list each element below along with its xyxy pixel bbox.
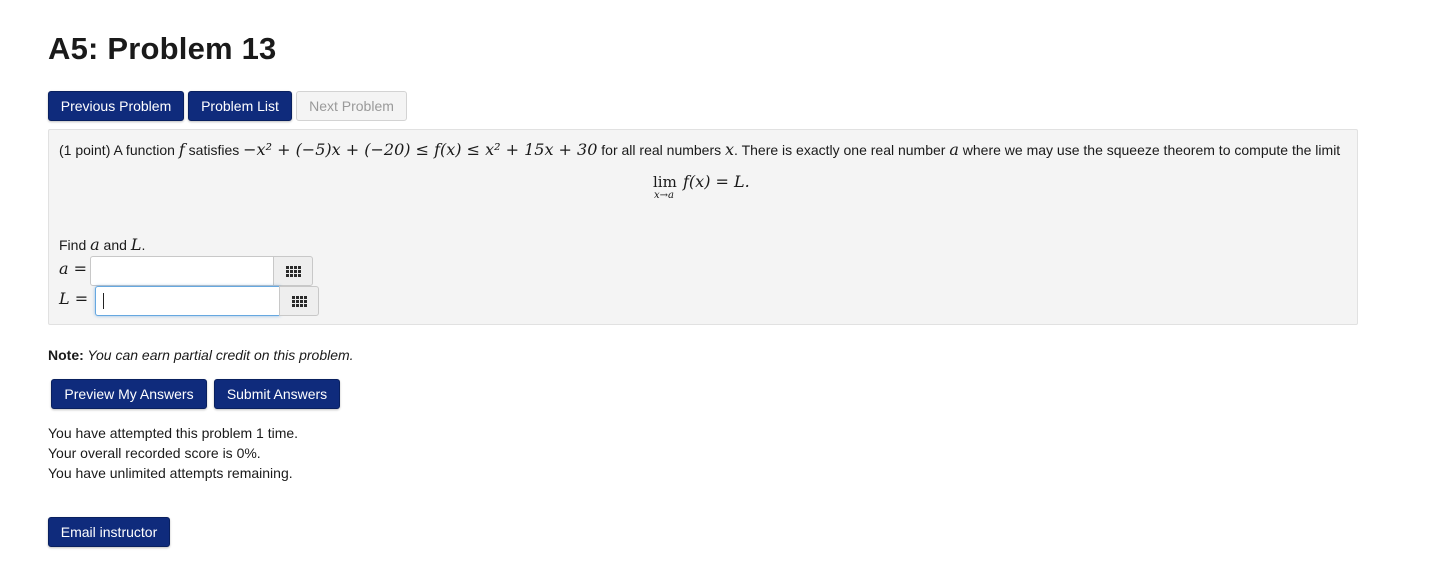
find-prefix: Find xyxy=(59,237,91,253)
answer-L-label: L = xyxy=(59,289,89,308)
answer-L-input[interactable] xyxy=(95,286,280,316)
limit-word: lim xyxy=(653,173,677,191)
answer-a-input[interactable] xyxy=(90,256,274,286)
find-instruction: Find a and L. xyxy=(59,235,145,254)
find-L: L xyxy=(130,235,142,254)
note-label: Note: xyxy=(48,347,84,363)
find-and: and xyxy=(99,237,131,253)
exactly-one-text: . There is exactly one real number xyxy=(734,142,950,158)
equation-editor-L-button[interactable] xyxy=(279,286,319,316)
problem-statement: (1 point) A function f satisfies −x² + (… xyxy=(59,140,1340,160)
text-caret xyxy=(103,293,104,309)
partial-credit-note: Note: You can earn partial credit on thi… xyxy=(48,347,354,363)
keypad-icon xyxy=(285,265,301,277)
limit-body: f(x) = L. xyxy=(683,172,750,191)
next-problem-button: Next Problem xyxy=(296,91,407,121)
previous-problem-button[interactable]: Previous Problem xyxy=(48,91,184,121)
email-instructor-button[interactable]: Email instructor xyxy=(48,517,170,547)
squeeze-text: where we may use the squeeze theorem to … xyxy=(958,142,1341,158)
score-status: Your overall recorded score is 0%. xyxy=(48,445,261,461)
inequality-expression: −x² + (−5)x + (−20) ≤ f(x) ≤ x² + 15x + … xyxy=(243,140,598,159)
limit-expression: lim x→a f(x) = L. xyxy=(653,172,763,203)
points-text: (1 point) A function xyxy=(59,142,179,158)
equation-editor-a-button[interactable] xyxy=(273,256,313,286)
problem-box: (1 point) A function f satisfies −x² + (… xyxy=(48,129,1358,325)
math-x: x xyxy=(725,140,735,159)
answer-a-label: a = xyxy=(59,259,88,278)
preview-answers-button[interactable]: Preview My Answers xyxy=(51,379,207,409)
attempts-status: You have attempted this problem 1 time. xyxy=(48,425,299,441)
page-title: A5: Problem 13 xyxy=(48,31,277,66)
problem-list-button[interactable]: Problem List xyxy=(188,91,292,121)
submit-answers-button[interactable]: Submit Answers xyxy=(214,379,340,409)
find-end: . xyxy=(141,237,146,253)
math-a: a xyxy=(949,140,959,159)
keypad-icon xyxy=(291,295,307,307)
note-text: You can earn partial credit on this prob… xyxy=(83,347,354,363)
remaining-status: You have unlimited attempts remaining. xyxy=(48,465,293,481)
satisfies-text: satisfies xyxy=(184,142,244,158)
find-a: a xyxy=(90,235,100,254)
limit-subscript: x→a xyxy=(654,190,674,201)
for-all-text: for all real numbers xyxy=(597,142,726,158)
